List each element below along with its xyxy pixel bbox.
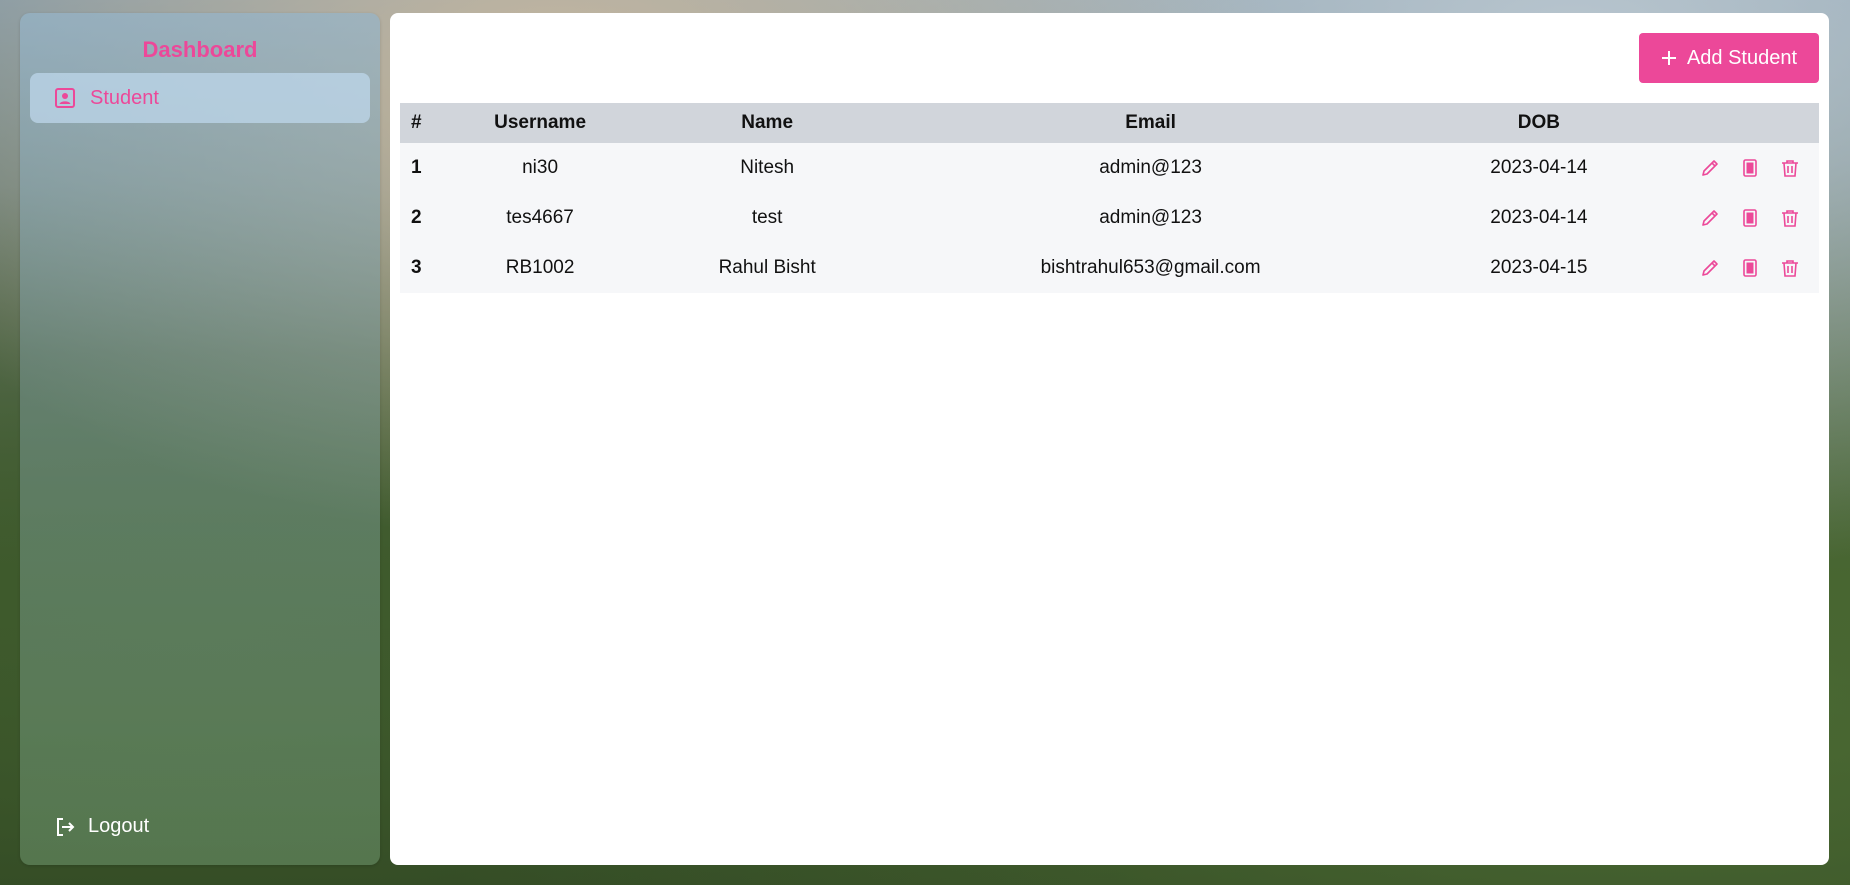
row-username: ni30 bbox=[450, 143, 630, 193]
row-dob: 2023-04-14 bbox=[1396, 143, 1682, 193]
table-row: 2 tes4667 test admin@123 2023-04-14 bbox=[400, 193, 1819, 243]
edit-icon[interactable] bbox=[1699, 257, 1721, 279]
row-number: 2 bbox=[400, 193, 451, 243]
student-table: # Username Name Email DOB 1 ni30 Nitesh … bbox=[400, 103, 1819, 293]
row-dob: 2023-04-15 bbox=[1396, 243, 1682, 293]
row-name: Rahul Bisht bbox=[629, 243, 905, 293]
row-actions bbox=[1681, 143, 1819, 193]
row-number: 1 bbox=[400, 143, 451, 193]
header-dob: DOB bbox=[1396, 103, 1682, 143]
row-email: admin@123 bbox=[904, 143, 1397, 193]
header-actions bbox=[1681, 103, 1819, 143]
row-actions bbox=[1681, 193, 1819, 243]
add-student-label: Add Student bbox=[1686, 46, 1798, 69]
brand-title[interactable]: Dashboard bbox=[20, 37, 380, 63]
delete-icon[interactable] bbox=[1779, 157, 1801, 179]
sidebar: Dashboard Student Logout bbox=[20, 13, 380, 865]
row-email: bishtrahul653@gmail.com bbox=[904, 243, 1397, 293]
sidebar-item-label: Student bbox=[90, 86, 159, 109]
view-details-icon[interactable] bbox=[1739, 257, 1761, 279]
row-email: admin@123 bbox=[904, 193, 1397, 243]
table-row: 1 ni30 Nitesh admin@123 2023-04-14 bbox=[400, 143, 1819, 193]
row-name: Nitesh bbox=[629, 143, 905, 193]
logout-label: Logout bbox=[88, 815, 150, 837]
row-username: RB1002 bbox=[450, 243, 630, 293]
plus-icon bbox=[1661, 50, 1677, 66]
edit-icon[interactable] bbox=[1699, 157, 1721, 179]
row-username: tes4667 bbox=[450, 193, 630, 243]
header-number: # bbox=[400, 103, 451, 143]
logout-button[interactable]: Logout bbox=[54, 815, 149, 838]
logout-icon bbox=[54, 816, 76, 838]
table-row: 3 RB1002 Rahul Bisht bishtrahul653@gmail… bbox=[400, 243, 1819, 293]
add-student-button[interactable]: Add Student bbox=[1639, 33, 1819, 83]
header-username: Username bbox=[450, 103, 630, 143]
row-actions bbox=[1681, 243, 1819, 293]
sidebar-item-student[interactable]: Student bbox=[30, 73, 370, 123]
main-content: Add Student # Username Name Email DOB 1 … bbox=[390, 13, 1829, 865]
delete-icon[interactable] bbox=[1779, 257, 1801, 279]
edit-icon[interactable] bbox=[1699, 207, 1721, 229]
header-email: Email bbox=[904, 103, 1397, 143]
table-header-row: # Username Name Email DOB bbox=[400, 103, 1819, 143]
user-card-icon bbox=[54, 87, 76, 109]
view-details-icon[interactable] bbox=[1739, 207, 1761, 229]
delete-icon[interactable] bbox=[1779, 207, 1801, 229]
row-name: test bbox=[629, 193, 905, 243]
row-number: 3 bbox=[400, 243, 451, 293]
view-details-icon[interactable] bbox=[1739, 157, 1761, 179]
header-name: Name bbox=[629, 103, 905, 143]
row-dob: 2023-04-14 bbox=[1396, 193, 1682, 243]
